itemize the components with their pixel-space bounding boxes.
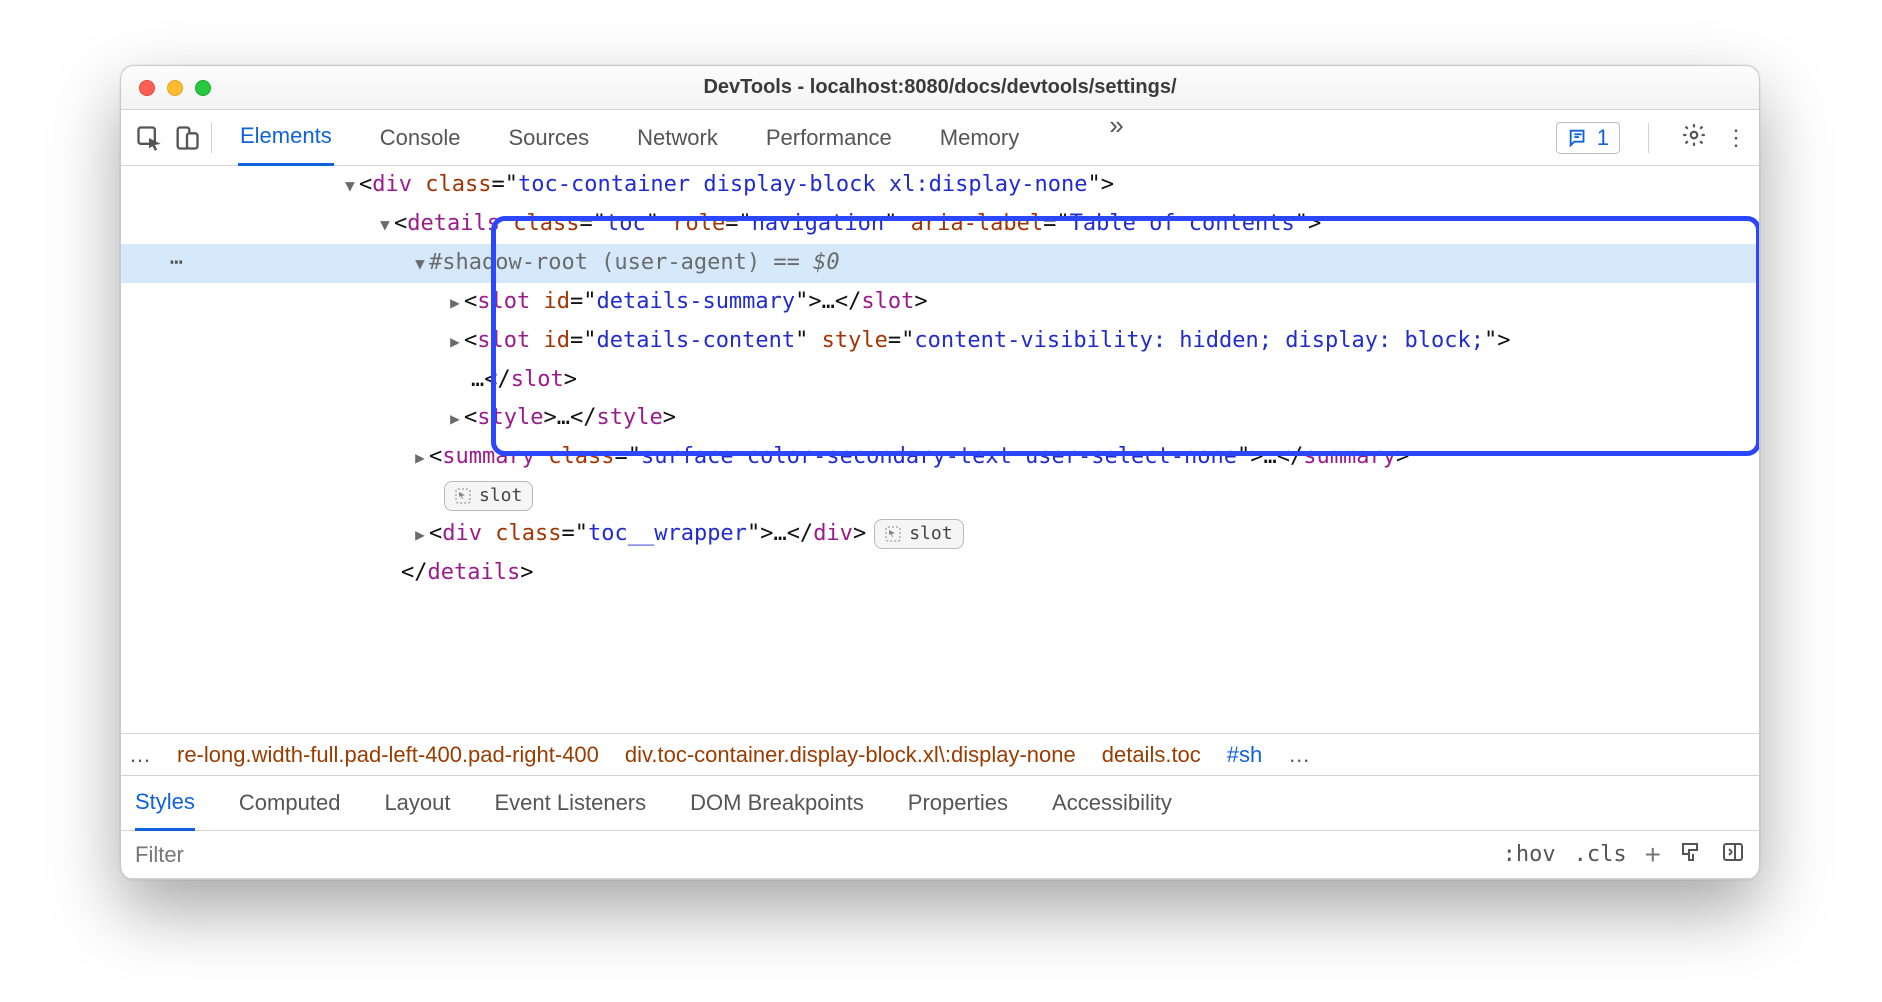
tab-sources[interactable]: Sources [506,110,591,166]
paint-icon[interactable] [1679,840,1703,870]
reveal-slot-button[interactable]: slot [874,519,963,549]
tab-elements[interactable]: Elements [238,110,334,166]
dom-node-slot-content[interactable]: <slot id="details-content" style="conten… [121,322,1759,399]
expand-toggle-icon[interactable] [411,516,429,554]
titlebar: DevTools - localhost:8080/docs/devtools/… [121,66,1759,110]
sidebar-tabs: Styles Computed Layout Event Listeners D… [121,775,1759,831]
settings-icon[interactable] [1681,122,1707,154]
tab-dom-breakpoints[interactable]: DOM Breakpoints [690,775,864,831]
minimize-window-button[interactable] [167,80,183,96]
dom-node-slot-summary[interactable]: <slot id="details-summary">…</slot> [121,283,1759,322]
expand-toggle-icon[interactable] [376,206,394,244]
expand-toggle-icon[interactable] [411,245,429,283]
more-tabs-icon[interactable]: » [1109,110,1123,166]
dom-node-summary[interactable]: <summary class="surface color-secondary-… [121,438,1759,477]
dom-breadcrumbs[interactable]: … re-long.width-full.pad-left-400.pad-ri… [121,733,1759,775]
issues-badge[interactable]: 1 [1556,122,1620,154]
crumb-item[interactable]: details.toc [1102,742,1201,768]
tab-properties[interactable]: Properties [908,775,1008,831]
expand-toggle-icon[interactable] [446,323,464,361]
tab-console[interactable]: Console [378,110,463,166]
tab-computed[interactable]: Computed [239,775,341,831]
window-controls [121,80,211,96]
dom-node-toc-wrapper[interactable]: <div class="toc__wrapper">…</div>slot [121,515,1759,554]
new-style-rule-button[interactable]: + [1645,839,1661,871]
separator [211,123,212,153]
dom-node-details[interactable]: <details class="toc" role="navigation" a… [121,205,1759,244]
tab-accessibility[interactable]: Accessibility [1052,775,1172,831]
gutter-ellipsis[interactable]: ⋯ [121,244,191,282]
devtools-window: DevTools - localhost:8080/docs/devtools/… [120,65,1760,880]
issues-count: 1 [1597,125,1609,151]
main-toolbar: Elements Console Sources Network Perform… [121,110,1759,166]
dom-tree[interactable]: <div class="toc-container display-block … [121,166,1759,733]
tab-event-listeners[interactable]: Event Listeners [495,775,647,831]
tab-styles[interactable]: Styles [135,775,195,831]
inspect-element-icon[interactable] [135,124,163,152]
toggle-hover-button[interactable]: :hov [1503,842,1556,867]
toggle-sidebar-icon[interactable] [1721,840,1745,870]
expand-toggle-icon[interactable] [446,284,464,322]
tab-network[interactable]: Network [635,110,720,166]
crumb-overflow-right[interactable]: … [1288,742,1310,768]
crumb-item[interactable]: re-long.width-full.pad-left-400.pad-righ… [177,742,599,768]
styles-filter-input[interactable]: Filter [135,842,1503,868]
crumb-item[interactable]: div.toc-container.display-block.xl\:disp… [625,742,1076,768]
device-toolbar-icon[interactable] [173,124,201,152]
zoom-window-button[interactable] [195,80,211,96]
dom-node-style[interactable]: <style>…</style> [121,399,1759,438]
shadow-root-label: #shadow-root (user-agent) [429,250,760,275]
main-tabs: Elements Console Sources Network Perform… [238,110,1124,166]
dom-node-summary-slot-pill[interactable]: slot [121,477,1759,515]
tab-layout[interactable]: Layout [384,775,450,831]
styles-filter-bar: Filter :hov .cls + [121,831,1759,879]
expand-toggle-icon[interactable] [341,167,359,205]
close-window-button[interactable] [139,80,155,96]
tab-performance[interactable]: Performance [764,110,894,166]
toggle-classes-button[interactable]: .cls [1574,842,1627,867]
tab-memory[interactable]: Memory [938,110,1021,166]
expand-toggle-icon[interactable] [411,439,429,477]
dom-node-shadow-root[interactable]: ⋯ #shadow-root (user-agent) == $0 [121,244,1759,283]
reveal-slot-button[interactable]: slot [444,481,533,511]
toolbar-right: 1 ⋮ [1556,122,1749,154]
expand-toggle-icon[interactable] [446,400,464,438]
separator [1648,123,1649,153]
dom-node-div-toc-container[interactable]: <div class="toc-container display-block … [121,166,1759,205]
window-title: DevTools - localhost:8080/docs/devtools/… [121,76,1759,99]
crumb-item-selected[interactable]: #sh [1227,742,1262,768]
dom-node-details-close[interactable]: </details> [121,554,1759,592]
kebab-menu-icon[interactable]: ⋮ [1725,125,1749,151]
crumb-overflow-left[interactable]: … [129,742,151,768]
console-ref: $0 [813,250,840,275]
